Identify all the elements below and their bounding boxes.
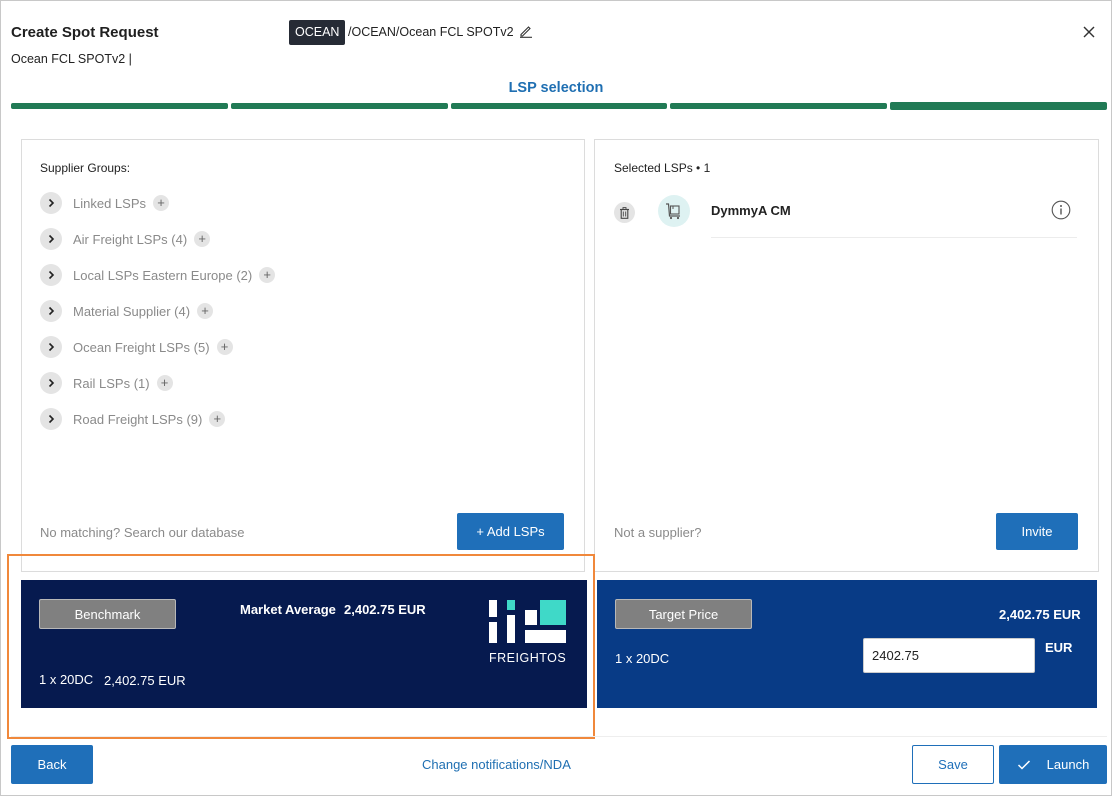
expand-button[interactable] (40, 300, 62, 322)
back-button[interactable]: Back (11, 745, 93, 784)
launch-label: Launch (1046, 757, 1090, 772)
group-label: Local LSPs Eastern Europe (2) (73, 267, 253, 283)
invite-button[interactable]: Invite (996, 513, 1078, 550)
expand-button[interactable] (40, 192, 62, 214)
divider (711, 237, 1077, 238)
expand-button[interactable] (40, 228, 62, 250)
target-price-button[interactable]: Target Price (615, 599, 752, 629)
expand-button[interactable] (40, 264, 62, 286)
chevron-right-icon (48, 198, 55, 208)
market-average-value: 2,402.75 EUR (344, 602, 426, 617)
add-group-button[interactable]: + (209, 411, 226, 427)
currency-label: EUR (1045, 640, 1073, 655)
search-database-text[interactable]: No matching? Search our database (40, 525, 245, 540)
group-label: Ocean Freight LSPs (5) (73, 339, 210, 355)
list-item[interactable]: Ocean Freight LSPs (5) + (40, 329, 275, 365)
change-notifications-link[interactable]: Change notifications/NDA (422, 757, 571, 772)
group-label: Linked LSPs (73, 195, 146, 211)
target-price-display: 2,402.75 EUR (999, 607, 1081, 622)
save-button[interactable]: Save (912, 745, 994, 784)
divider (11, 736, 1107, 737)
expand-button[interactable] (40, 408, 62, 430)
info-icon[interactable] (1051, 200, 1071, 220)
target-price-input[interactable] (863, 638, 1035, 673)
freightos-brand-text: FREIGHTOS (489, 651, 567, 665)
add-group-button[interactable]: + (216, 339, 233, 355)
list-item[interactable]: Linked LSPs + (40, 185, 275, 221)
expand-button[interactable] (40, 336, 62, 358)
list-item[interactable]: Air Freight LSPs (4) + (40, 221, 275, 257)
list-item[interactable]: Local LSPs Eastern Europe (2) + (40, 257, 276, 293)
add-group-button[interactable]: + (259, 267, 276, 283)
lsp-name: DymmyA CM (711, 203, 791, 218)
trash-icon (620, 206, 629, 219)
add-group-button[interactable]: + (194, 231, 211, 247)
add-group-button[interactable]: + (153, 195, 169, 211)
group-label: Road Freight LSPs (9) (73, 411, 203, 427)
mode-badge: OCEAN (289, 20, 346, 45)
request-path: /OCEAN/Ocean FCL SPOTv2 (348, 25, 514, 39)
group-label: Rail LSPs (1) (73, 375, 150, 391)
step-title: LSP selection (508, 80, 604, 96)
list-item[interactable]: Material Supplier (4) + (40, 293, 275, 329)
add-group-button[interactable]: + (156, 375, 173, 391)
group-label: Material Supplier (4) (73, 303, 191, 319)
step-segment (670, 103, 888, 109)
chevron-right-icon (48, 378, 55, 388)
launch-button[interactable]: Launch (999, 745, 1107, 784)
group-label: Air Freight LSPs (4) (73, 231, 188, 247)
page-title: Create Spot Request (11, 24, 159, 41)
container-type: 1 x 20DC (39, 672, 94, 687)
chevron-right-icon (48, 342, 55, 352)
step-segment (11, 103, 228, 109)
delete-lsp-button[interactable] (614, 202, 635, 223)
add-group-button[interactable]: + (197, 303, 214, 319)
chevron-right-icon (48, 270, 55, 280)
benchmark-button[interactable]: Benchmark (39, 599, 176, 629)
progress-stepper (11, 102, 1107, 110)
check-icon (1017, 759, 1030, 770)
freightos-logo-icon (489, 600, 566, 643)
list-item[interactable]: Road Freight LSPs (9) + (40, 401, 275, 437)
container-price: 2,402.75 EUR (104, 673, 186, 688)
expand-button[interactable] (40, 372, 62, 394)
list-item[interactable]: Rail LSPs (1) + (40, 365, 275, 401)
selected-lsps-heading: Selected LSPs • 1 (614, 161, 711, 175)
cart-icon (666, 203, 680, 220)
add-lsps-button[interactable]: + Add LSPs (457, 513, 564, 550)
not-supplier-text: Not a supplier? (614, 525, 702, 540)
pencil-icon[interactable] (519, 24, 533, 38)
supplier-groups-heading: Supplier Groups: (40, 161, 131, 175)
supplier-groups-list: Linked LSPs + Air Freight LSPs (4) + Loc… (40, 185, 276, 437)
container-type: 1 x 20DC (615, 651, 670, 666)
close-icon[interactable] (1081, 24, 1097, 40)
chevron-right-icon (48, 306, 55, 316)
chevron-right-icon (48, 234, 55, 244)
page-subtitle: Ocean FCL SPOTv2 | (11, 52, 132, 66)
step-segment-current (890, 102, 1107, 110)
chevron-right-icon (48, 414, 55, 424)
step-segment (230, 103, 448, 109)
lsp-avatar (658, 195, 690, 227)
step-segment (450, 103, 668, 109)
market-average-label: Market Average (240, 602, 336, 617)
